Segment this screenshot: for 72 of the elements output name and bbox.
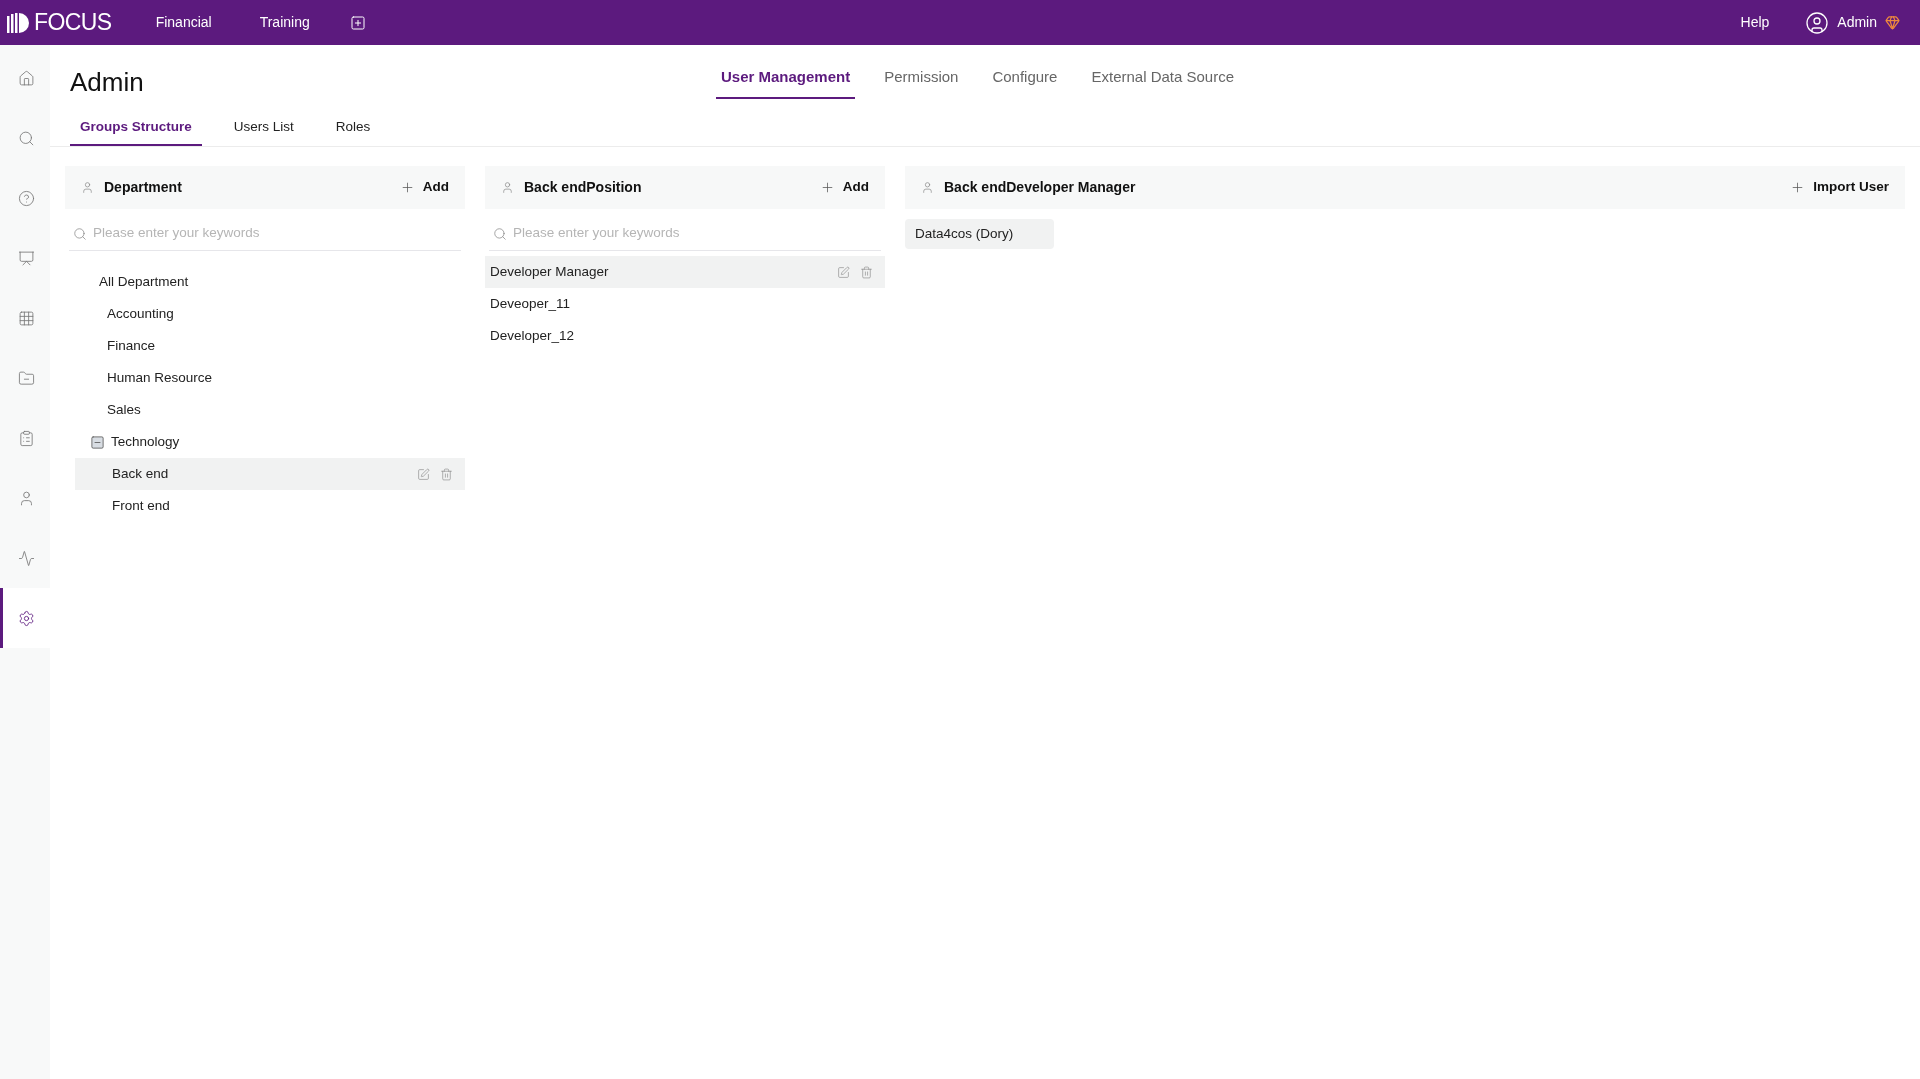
plus-icon <box>819 180 835 195</box>
home-icon <box>18 69 35 87</box>
sub-tab[interactable]: Groups Structure <box>70 111 202 146</box>
tree-item[interactable]: Technology <box>75 426 465 458</box>
logo-text: FOCUS <box>34 8 112 38</box>
help-icon <box>18 189 35 207</box>
help-link[interactable]: Help <box>1740 12 1770 33</box>
edit-icon[interactable] <box>417 467 430 481</box>
panel-title: Department <box>104 178 182 197</box>
panel-title: Back endPosition <box>524 178 642 197</box>
sub-tab[interactable]: Users List <box>223 111 304 146</box>
tree-item-label: All Department <box>99 272 189 291</box>
tree-item-label: Technology <box>111 432 180 451</box>
position-item[interactable]: Deveoper_11 <box>485 288 885 320</box>
settings-icon <box>18 609 35 627</box>
user-icon <box>81 181 94 194</box>
tree-item-label: Front end <box>112 496 170 515</box>
presentation-icon <box>18 249 35 267</box>
sidebar-item[interactable] <box>0 588 50 648</box>
logo-icon <box>6 10 30 35</box>
panel-title: Back endDeveloper Manager <box>944 178 1136 197</box>
tree-item[interactable]: Front end <box>75 490 465 522</box>
folder-icon <box>18 369 35 387</box>
position-label: Deveoper_11 <box>490 294 571 313</box>
search-icon <box>73 226 87 241</box>
tree-item-label: Human Resource <box>107 368 213 387</box>
activity-icon <box>18 549 35 567</box>
page-title: Admin <box>70 66 144 99</box>
tree-item-label: Back end <box>112 464 169 483</box>
gem-icon <box>1885 15 1900 30</box>
sub-tab[interactable]: Roles <box>325 111 381 146</box>
clipboard-icon <box>18 429 35 447</box>
collapse-icon[interactable] <box>90 434 105 450</box>
position-item[interactable]: Developer_12 <box>485 320 885 352</box>
user-icon <box>501 181 514 194</box>
import-user-button[interactable]: Import User <box>1790 177 1889 198</box>
edit-icon[interactable] <box>837 265 850 279</box>
grid-icon <box>18 309 35 327</box>
search-field[interactable]: Please enter your keywords <box>93 223 457 244</box>
add-icon[interactable] <box>349 14 366 31</box>
search-field[interactable]: Please enter your keywords <box>513 223 877 244</box>
plus-icon <box>399 180 415 195</box>
tree-item-label: Sales <box>107 400 141 419</box>
search-icon <box>18 129 35 147</box>
position-label: Developer_12 <box>490 326 575 345</box>
delete-icon[interactable] <box>440 467 453 481</box>
tree-item[interactable]: Accounting <box>75 298 465 330</box>
tree-item[interactable]: Back end <box>75 458 465 490</box>
position-label: Developer Manager <box>490 262 609 281</box>
tree-item[interactable]: Human Resource <box>75 362 465 394</box>
tree-item[interactable]: Finance <box>75 330 465 362</box>
nav-link[interactable]: Financial <box>155 12 212 33</box>
main-tab[interactable]: User Management <box>716 45 856 99</box>
avatar-icon <box>1805 10 1830 35</box>
main-tab[interactable]: External Data Source <box>1086 45 1240 99</box>
user-icon <box>18 489 35 507</box>
tree-item-label: Finance <box>107 336 156 355</box>
position-item[interactable]: Developer Manager <box>485 256 885 288</box>
tree-item-label: Accounting <box>107 304 174 323</box>
delete-icon[interactable] <box>860 265 873 279</box>
user-menu[interactable]: Admin <box>1805 10 1900 35</box>
add-button[interactable]: Add <box>399 177 449 198</box>
user-icon <box>921 181 934 194</box>
nav-link[interactable]: Training <box>259 12 310 33</box>
main-tab[interactable]: Permission <box>879 45 964 99</box>
search-icon <box>493 226 507 241</box>
tree-item[interactable]: All Department <box>75 266 465 298</box>
main-tab[interactable]: Configure <box>987 45 1063 99</box>
add-button[interactable]: Add <box>819 177 869 198</box>
user-tag[interactable]: Data4cos (Dory) <box>905 219 1054 249</box>
tree-item[interactable]: Sales <box>75 394 465 426</box>
plus-icon <box>1790 180 1806 195</box>
